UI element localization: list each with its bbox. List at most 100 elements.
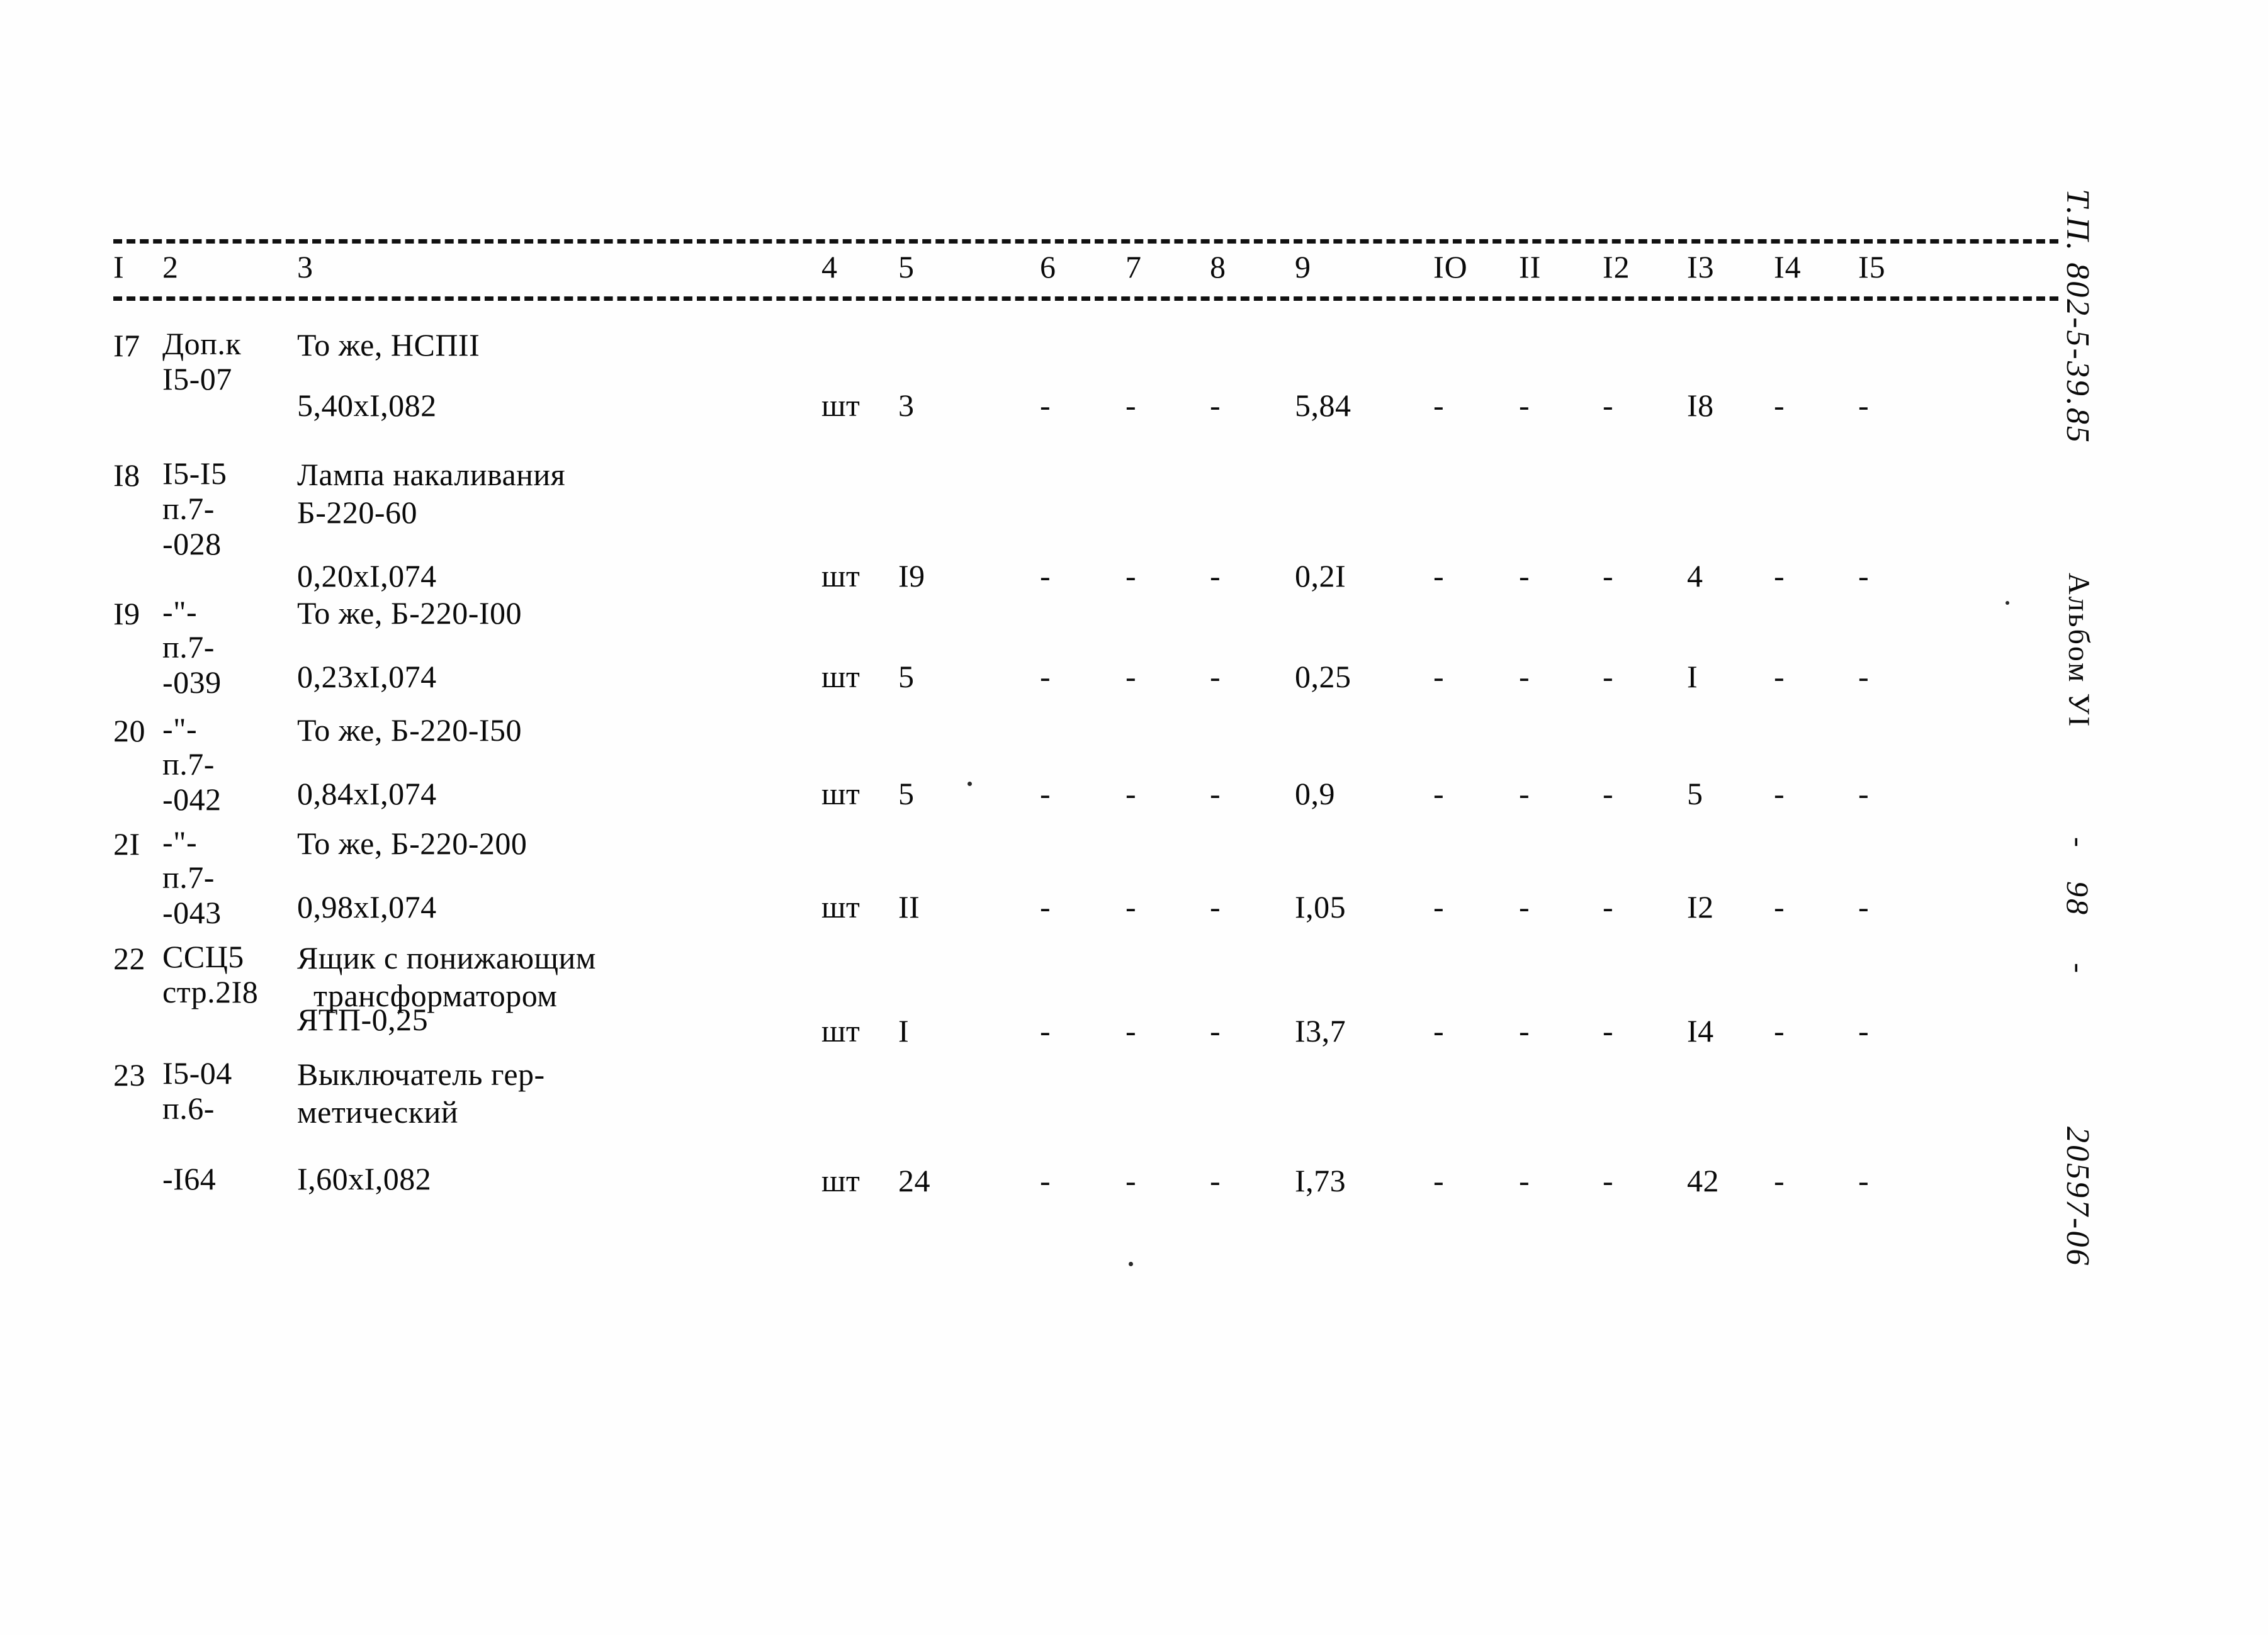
column-header-9: 9 (1295, 249, 1311, 284)
row-justification-code: -"- п.7- -039 (162, 594, 222, 700)
row-value-10: - (1433, 388, 1445, 423)
table-row: 23 I5-04 п.6- -I64 Выключатель гер- метиче… (113, 1055, 2058, 1198)
row-justification-code: Доп.к I5-07 (162, 326, 242, 396)
column-header-3: 3 (297, 249, 313, 284)
table-header-rule (113, 296, 2058, 301)
row-quantity: 24 (898, 1163, 930, 1198)
row-value-6: - (1040, 659, 1051, 694)
row-unit: шт (821, 889, 860, 924)
row-dimension: 0,23хI,074 (297, 659, 437, 694)
row-value-11: - (1519, 558, 1530, 593)
row-description: Выключатель гер- метический (297, 1057, 545, 1130)
row-quantity: 3 (898, 388, 915, 423)
column-header-2: 2 (162, 249, 179, 284)
row-value-10: - (1433, 889, 1445, 924)
row-unit: шт (821, 659, 860, 694)
row-unit: шт (821, 388, 860, 423)
row-description: То же, Б-220-200 (297, 826, 528, 861)
row-value-8: - (1210, 558, 1221, 593)
column-header-5: 5 (898, 249, 915, 284)
row-position-number: 22 (113, 941, 145, 976)
column-header-10: IO (1433, 249, 1468, 284)
table-row: I8 I5-I5 п.7- -028 Лампа накаливания Б-220… (113, 456, 2058, 594)
row-value-8: - (1210, 776, 1221, 811)
row-justification-code: I5-I5 п.7- -028 (162, 456, 227, 561)
row-value-8: - (1210, 1013, 1221, 1048)
side-mark-type-project: Т.П. 802-5-39.85 (2060, 189, 2096, 444)
row-dimension: 0,84хI,074 (297, 776, 437, 811)
row-value-8: - (1210, 659, 1221, 694)
row-description: То же, Б-220-I00 (297, 595, 522, 631)
row-justification-code: -"- п.7- -042 (162, 711, 222, 817)
column-header-6: 6 (1040, 249, 1056, 284)
row-value-7: - (1126, 1163, 1137, 1198)
row-value-11: - (1519, 776, 1530, 811)
row-value-12: - (1603, 659, 1614, 694)
row-value-12: - (1603, 1013, 1614, 1048)
row-quantity: 5 (898, 776, 915, 811)
specification-table: I 2 3 4 5 6 7 8 9 IO II I2 I3 I4 I5 I7 До… (113, 239, 2058, 1198)
table-row: 20 -"- п.7- -042 То же, Б-220-I50 0,84хI,07… (113, 711, 2058, 824)
row-value-12: - (1603, 388, 1614, 423)
column-header-12: I2 (1603, 249, 1630, 284)
row-value-9: 0,2I (1295, 558, 1346, 593)
table-top-rule (113, 239, 2058, 244)
row-value-9: I,73 (1295, 1163, 1346, 1198)
row-value-15: - (1858, 388, 1870, 423)
row-quantity: I (898, 1013, 910, 1048)
row-value-8: - (1210, 889, 1221, 924)
row-value-15: - (1858, 776, 1870, 811)
row-value-15: - (1858, 558, 1870, 593)
row-unit: шт (821, 776, 860, 811)
row-value-13: I2 (1687, 889, 1714, 924)
row-value-6: - (1040, 889, 1051, 924)
row-value-11: - (1519, 889, 1530, 924)
row-value-14: - (1774, 388, 1785, 423)
document-page: I 2 3 4 5 6 7 8 9 IO II I2 I3 I4 I5 I7 До… (0, 0, 2268, 1635)
row-value-8: - (1210, 388, 1221, 423)
row-value-15: - (1858, 1013, 1870, 1048)
row-unit: шт (821, 558, 860, 593)
row-dimension: 0,98хI,074 (297, 889, 437, 924)
row-position-number: I8 (113, 458, 140, 493)
scan-speck (968, 782, 972, 786)
row-value-13: I (1687, 659, 1698, 694)
row-value-10: - (1433, 1163, 1445, 1198)
row-value-11: - (1519, 388, 1530, 423)
row-value-14: - (1774, 776, 1785, 811)
row-value-6: - (1040, 558, 1051, 593)
side-mark-album: Альбом УI (2062, 573, 2096, 729)
row-value-13: I4 (1687, 1013, 1714, 1048)
row-position-number: 20 (113, 713, 145, 748)
row-justification-code: ССЦ5 стр.2I8 (162, 939, 259, 1009)
row-quantity: 5 (898, 659, 915, 694)
row-quantity: I9 (898, 558, 925, 593)
row-value-14: - (1774, 1013, 1785, 1048)
table-row: 22 ССЦ5 стр.2I8 Ящик с понижающим трансфор… (113, 939, 2058, 1055)
scan-speck (1129, 1262, 1133, 1266)
column-header-8: 8 (1210, 249, 1226, 284)
row-value-6: - (1040, 1013, 1051, 1048)
column-header-14: I4 (1774, 249, 1802, 284)
row-value-9: I,05 (1295, 889, 1346, 924)
row-value-6: - (1040, 1163, 1051, 1198)
row-position-number: 23 (113, 1057, 145, 1093)
row-value-11: - (1519, 1013, 1530, 1048)
row-value-6: - (1040, 388, 1051, 423)
row-value-6: - (1040, 776, 1051, 811)
row-value-9: 5,84 (1295, 388, 1351, 423)
column-header-15: I5 (1858, 249, 1886, 284)
row-unit: шт (821, 1163, 860, 1198)
row-unit: шт (821, 1013, 860, 1048)
row-value-12: - (1603, 889, 1614, 924)
row-dimension: I,60хI,082 (297, 1161, 432, 1196)
row-value-15: - (1858, 889, 1870, 924)
row-description: Лампа накаливания Б-220-60 (297, 457, 566, 530)
row-dimension: ЯТП-0,25 (297, 1002, 429, 1037)
row-value-11: - (1519, 1163, 1530, 1198)
row-dimension: 5,40хI,082 (297, 388, 437, 423)
row-value-10: - (1433, 659, 1445, 694)
row-value-9: 0,25 (1295, 659, 1351, 694)
row-value-11: - (1519, 659, 1530, 694)
row-value-7: - (1126, 1013, 1137, 1048)
